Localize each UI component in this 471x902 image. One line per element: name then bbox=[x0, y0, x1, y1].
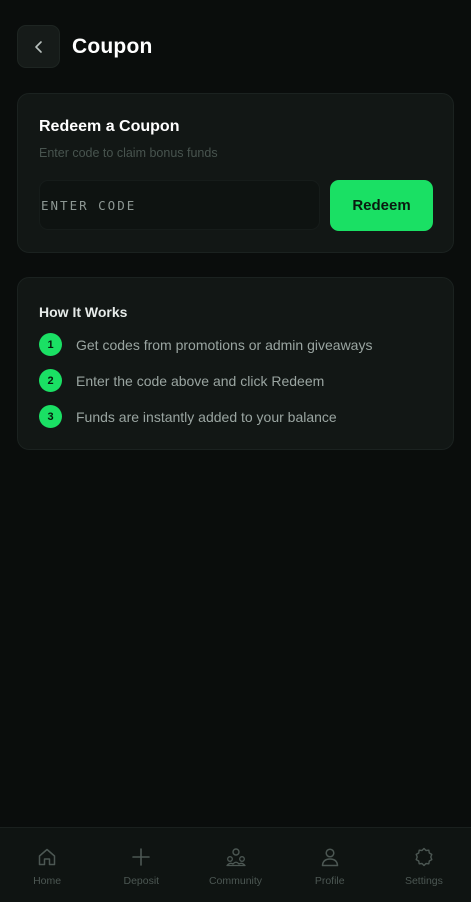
nav-item-community[interactable]: Community bbox=[188, 828, 282, 902]
redeem-card: Redeem a Coupon Enter code to claim bonu… bbox=[17, 93, 454, 253]
nav-item-home[interactable]: Home bbox=[0, 828, 94, 902]
nav-label: Home bbox=[33, 875, 62, 887]
plus-icon bbox=[132, 848, 151, 866]
step-text: Enter the code above and click Redeem bbox=[76, 372, 325, 389]
chevron-left-icon bbox=[34, 40, 42, 53]
bottom-nav: Home Deposit Community Profile Settings bbox=[0, 827, 471, 902]
how-it-works-title: How It Works bbox=[39, 304, 128, 320]
nav-item-deposit[interactable]: Deposit bbox=[94, 828, 188, 902]
step-item: 2 Enter the code above and click Redeem bbox=[39, 369, 324, 392]
redeem-card-title: Redeem a Coupon bbox=[39, 118, 180, 135]
header: Coupon bbox=[17, 25, 153, 68]
nav-label: Deposit bbox=[123, 875, 160, 887]
step-item: 1 Get codes from promotions or admin giv… bbox=[39, 333, 372, 356]
redeem-card-subtitle: Enter code to claim bonus funds bbox=[39, 146, 218, 160]
step-text: Funds are instantly added to your balanc… bbox=[76, 408, 337, 425]
nav-item-settings[interactable]: Settings bbox=[377, 828, 471, 902]
step-number-badge: 1 bbox=[39, 333, 62, 356]
nav-label: Community bbox=[208, 875, 263, 887]
redeem-button[interactable]: Redeem bbox=[330, 180, 433, 231]
profile-icon bbox=[321, 848, 338, 867]
coupon-code-input[interactable] bbox=[39, 180, 320, 230]
nav-item-profile[interactable]: Profile bbox=[283, 828, 377, 902]
how-it-works-card: How It Works 1 Get codes from promotions… bbox=[17, 277, 454, 450]
nav-label: Profile bbox=[314, 875, 345, 887]
nav-label: Settings bbox=[404, 875, 443, 887]
back-button[interactable] bbox=[17, 25, 60, 68]
step-number-badge: 2 bbox=[39, 369, 62, 392]
community-icon bbox=[225, 848, 246, 867]
page-title: Coupon bbox=[72, 34, 153, 58]
home-icon bbox=[38, 848, 56, 866]
gear-icon bbox=[415, 847, 433, 867]
step-number-badge: 3 bbox=[39, 405, 62, 428]
step-text: Get codes from promotions or admin givea… bbox=[76, 336, 373, 353]
app-root: Coupon Redeem a Coupon Enter code to cla… bbox=[0, 0, 471, 902]
step-item: 3 Funds are instantly added to your bala… bbox=[39, 405, 337, 428]
